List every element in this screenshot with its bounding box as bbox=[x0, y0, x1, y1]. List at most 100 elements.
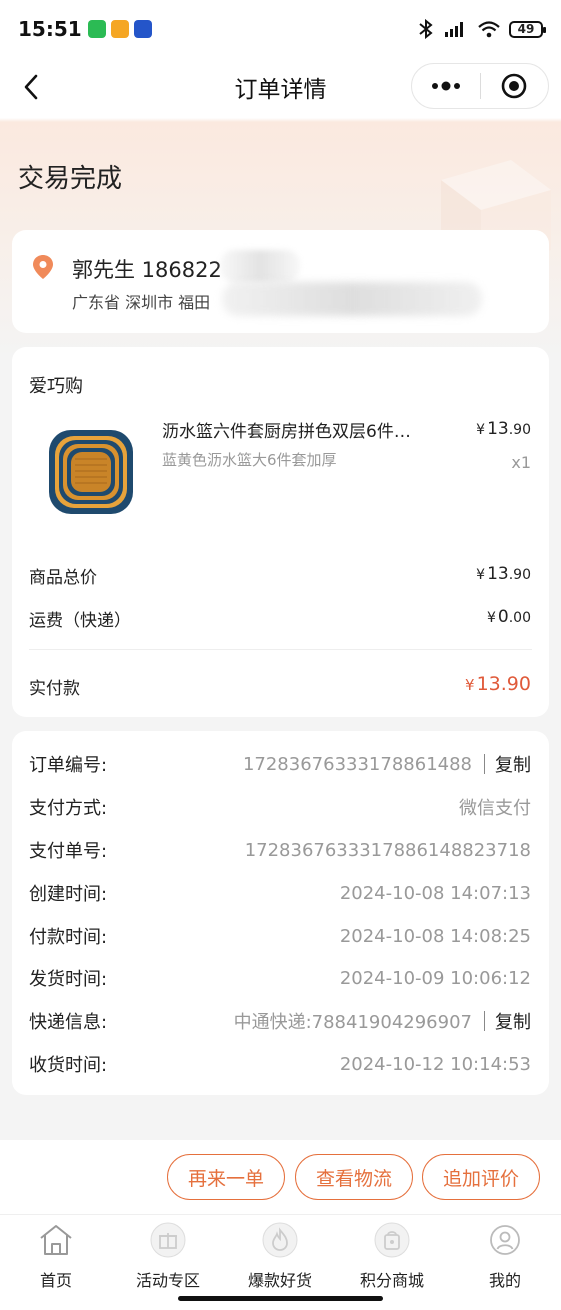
currency-symbol: ¥ bbox=[476, 422, 486, 438]
privacy-blur-address bbox=[222, 282, 482, 316]
product-unit-price: ¥13.90 bbox=[476, 419, 531, 439]
copy-separator bbox=[484, 754, 485, 774]
tab-points-mall[interactable]: 积分商城 bbox=[336, 1215, 448, 1295]
product-thumbnail[interactable] bbox=[42, 423, 140, 521]
info-row-paid-time: 付款时间: 2024-10-08 14:08:25 bbox=[29, 921, 531, 951]
info-key: 收货时间: bbox=[29, 1055, 108, 1076]
status-notification-icons bbox=[87, 20, 152, 38]
info-key: 支付方式: bbox=[29, 798, 108, 819]
tab-label: 我的 bbox=[488, 1271, 521, 1290]
status-time: 15:51 bbox=[18, 17, 82, 41]
info-key: 付款时间: bbox=[29, 927, 108, 948]
copy-order-number-button[interactable]: 复制 bbox=[495, 751, 531, 777]
tab-hot-products[interactable]: 爆款好货 bbox=[224, 1215, 336, 1295]
shipping-value: ¥0.00 bbox=[487, 607, 531, 627]
battery-indicator: 49 bbox=[509, 20, 546, 38]
mini-program-capsule bbox=[411, 63, 549, 109]
express-info-value: 中通快递:78841904296907 bbox=[233, 1012, 472, 1033]
wechat-icon bbox=[87, 20, 106, 38]
wifi-icon bbox=[478, 21, 500, 38]
order-status-title: 交易完成 bbox=[18, 164, 123, 194]
price-decimal: .90 bbox=[508, 567, 531, 583]
tab-home[interactable]: 首页 bbox=[0, 1215, 112, 1295]
view-logistics-button[interactable]: 查看物流 bbox=[295, 1154, 413, 1200]
reorder-button[interactable]: 再来一单 bbox=[167, 1154, 285, 1200]
divider bbox=[29, 649, 532, 650]
info-row-payment-number: 支付单号: 1728367633317886148823718 bbox=[29, 835, 531, 865]
order-card: 爱巧购 沥水篮六件套厨房拼色双层6件… 蓝黄色沥水篮大6件套加厚 ¥13.90 … bbox=[12, 347, 549, 717]
recipient-name-phone: 郭先生 186822 bbox=[72, 258, 222, 282]
price-integer: 13 bbox=[487, 564, 509, 584]
home-indicator bbox=[178, 1296, 383, 1301]
received-time-value: 2024-10-12 10:14:53 bbox=[339, 1053, 531, 1075]
back-arrow-icon[interactable] bbox=[18, 70, 48, 104]
subtotal-label: 商品总价 bbox=[29, 568, 97, 588]
close-mini-program-button[interactable] bbox=[481, 64, 549, 108]
paid-time-value: 2024-10-08 14:08:25 bbox=[339, 925, 531, 947]
info-key: 支付单号: bbox=[29, 841, 108, 862]
app-notification-icon bbox=[133, 20, 152, 38]
product-title[interactable]: 沥水篮六件套厨房拼色双层6件… bbox=[162, 417, 442, 442]
shipped-time-value: 2024-10-09 10:06:12 bbox=[339, 967, 531, 989]
shipping-label: 运费（快递） bbox=[29, 611, 131, 631]
paid-amount: ¥13.90 bbox=[465, 673, 531, 695]
price-integer: 13 bbox=[487, 419, 509, 439]
bottom-action-bar: 再来一单 查看物流 追加评价 bbox=[0, 1140, 561, 1215]
product-sku: 蓝黄色沥水篮大6件套加厚 bbox=[162, 451, 337, 469]
user-icon bbox=[490, 1225, 520, 1255]
price-integer: 0 bbox=[497, 607, 509, 627]
address-card: 郭先生 186822 广东省 深圳市 福田 bbox=[12, 230, 549, 333]
page-title: 订单详情 bbox=[234, 77, 327, 103]
info-key: 订单编号: bbox=[29, 755, 108, 776]
flame-icon bbox=[262, 1222, 298, 1258]
subtotal-value: ¥13.90 bbox=[476, 564, 531, 584]
product-quantity: x1 bbox=[511, 453, 531, 472]
info-key: 创建时间: bbox=[29, 884, 108, 905]
more-dots-icon bbox=[431, 81, 460, 91]
tab-label: 积分商城 bbox=[359, 1271, 424, 1290]
copy-separator bbox=[484, 1011, 485, 1031]
currency-symbol: ¥ bbox=[465, 676, 475, 694]
tab-label: 首页 bbox=[39, 1271, 72, 1290]
info-row-received-time: 收货时间: 2024-10-12 10:14:53 bbox=[29, 1049, 531, 1079]
status-right-group: 49 bbox=[417, 19, 546, 39]
home-icon bbox=[40, 1225, 72, 1255]
tab-label: 活动专区 bbox=[135, 1271, 200, 1290]
copy-tracking-number-button[interactable]: 复制 bbox=[495, 1008, 531, 1034]
paid-amount-value: 13.90 bbox=[476, 673, 531, 695]
recipient-address: 广东省 深圳市 福田 bbox=[72, 293, 211, 312]
privacy-blur-phone bbox=[220, 250, 300, 282]
info-row-shipped-time: 发货时间: 2024-10-09 10:06:12 bbox=[29, 963, 531, 993]
created-time-value: 2024-10-08 14:07:13 bbox=[339, 882, 531, 904]
more-button[interactable] bbox=[412, 64, 480, 108]
info-key: 发货时间: bbox=[29, 969, 108, 990]
tab-activities[interactable]: 活动专区 bbox=[112, 1215, 224, 1295]
price-decimal: .90 bbox=[508, 422, 531, 438]
target-close-icon bbox=[501, 73, 527, 99]
info-row-created-time: 创建时间: 2024-10-08 14:07:13 bbox=[29, 878, 531, 908]
add-review-button[interactable]: 追加评价 bbox=[422, 1154, 540, 1200]
currency-symbol: ¥ bbox=[486, 610, 496, 626]
status-bar: 15:51 49 bbox=[0, 0, 561, 58]
paid-label: 实付款 bbox=[29, 679, 80, 699]
currency-symbol: ¥ bbox=[476, 567, 486, 583]
price-decimal: .00 bbox=[508, 610, 531, 626]
gift-icon bbox=[150, 1222, 186, 1258]
info-key: 快递信息: bbox=[29, 1012, 108, 1033]
shop-name[interactable]: 爱巧购 bbox=[29, 372, 83, 398]
nav-bar: 订单详情 bbox=[0, 58, 561, 116]
payment-number-value: 1728367633317886148823718 bbox=[244, 839, 531, 861]
order-info-card: 订单编号: 17283676333178861488 复制 支付方式: 微信支付… bbox=[12, 731, 549, 1095]
shopping-bag-icon bbox=[374, 1222, 410, 1258]
payment-method-value: 微信支付 bbox=[459, 798, 531, 819]
signal-icon bbox=[445, 22, 463, 37]
bluetooth-icon bbox=[419, 19, 433, 39]
order-number-value: 17283676333178861488 bbox=[242, 753, 472, 775]
notes-app-icon bbox=[110, 20, 129, 38]
info-row-payment-method: 支付方式: 微信支付 bbox=[29, 792, 531, 822]
info-row-express: 快递信息: 中通快递:78841904296907 复制 bbox=[29, 1006, 531, 1036]
location-pin-icon bbox=[33, 255, 53, 279]
info-row-order-number: 订单编号: 17283676333178861488 复制 bbox=[29, 749, 531, 779]
tab-label: 爆款好货 bbox=[247, 1271, 312, 1290]
tab-mine[interactable]: 我的 bbox=[449, 1215, 561, 1295]
